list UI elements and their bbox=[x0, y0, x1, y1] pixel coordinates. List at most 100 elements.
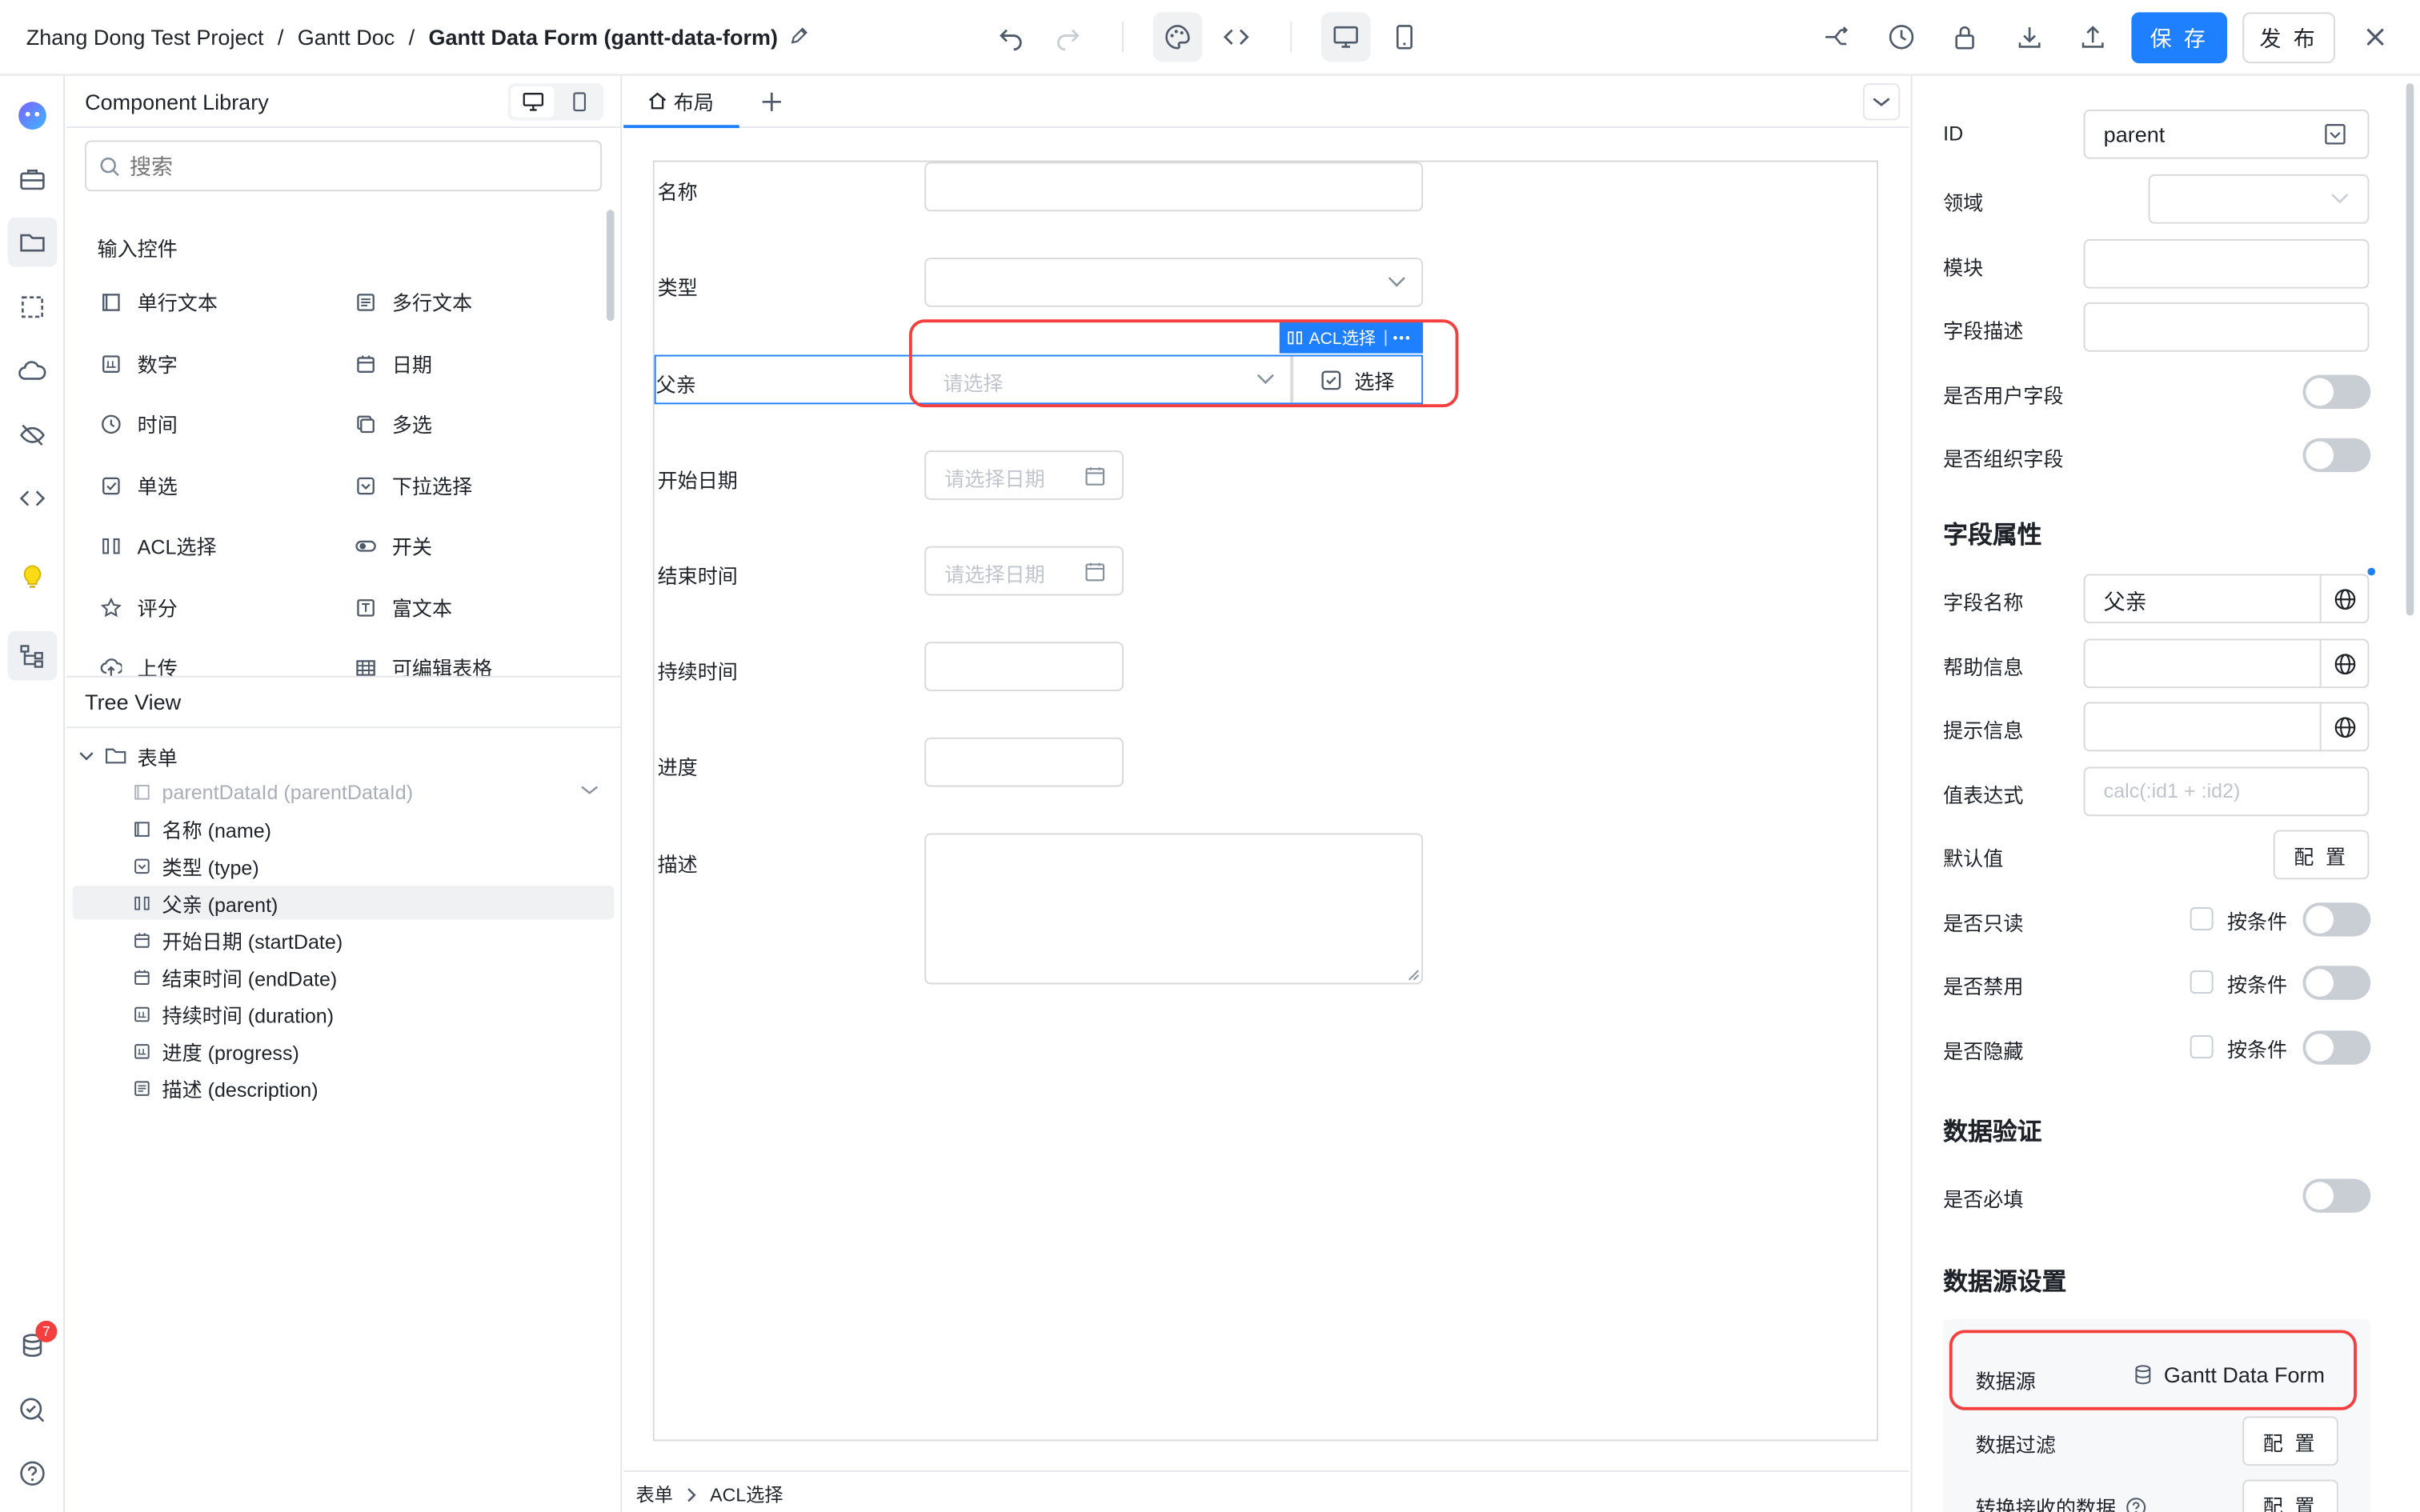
component-item[interactable]: 评分 bbox=[100, 593, 178, 622]
folder-icon[interactable] bbox=[7, 217, 58, 267]
code-icon[interactable] bbox=[1218, 18, 1255, 55]
org-field-toggle[interactable] bbox=[2302, 438, 2371, 473]
component-item[interactable]: 多选 bbox=[355, 409, 432, 438]
history-clock-icon[interactable] bbox=[1883, 18, 1920, 55]
canvas-breadcrumb: 表单 ACL选择 bbox=[636, 1481, 783, 1507]
readonly-toggle[interactable] bbox=[2302, 902, 2371, 937]
download-icon[interactable] bbox=[2011, 18, 2048, 55]
name-input[interactable] bbox=[924, 162, 1424, 212]
save-button[interactable]: 保 存 bbox=[2131, 12, 2227, 64]
tree-node[interactable]: 类型 (type) bbox=[133, 850, 259, 882]
properties-scrollbar[interactable] bbox=[2406, 83, 2414, 616]
transform-config-button[interactable]: 配 置 bbox=[2242, 1479, 2338, 1512]
desktop-toggle-icon[interactable] bbox=[511, 86, 555, 118]
progress-input[interactable] bbox=[924, 737, 1124, 787]
selection-area-icon[interactable] bbox=[14, 289, 50, 326]
component-item[interactable]: 多行文本 bbox=[355, 287, 472, 317]
breadcrumb-project[interactable]: Zhang Dong Test Project bbox=[26, 25, 264, 50]
globe-icon[interactable] bbox=[2319, 638, 2370, 689]
tree-node[interactable]: 持续时间 (duration) bbox=[133, 998, 334, 1030]
chevron-down-icon[interactable] bbox=[1862, 83, 1901, 121]
tab-layout[interactable]: 布局 bbox=[623, 76, 739, 129]
module-input[interactable] bbox=[2083, 238, 2370, 289]
user-field-toggle[interactable] bbox=[2302, 374, 2371, 410]
chevron-down-icon[interactable] bbox=[580, 784, 599, 796]
component-item[interactable]: 开关 bbox=[355, 530, 432, 560]
default-config-button[interactable]: 配 置 bbox=[2273, 830, 2370, 880]
chevron-down-icon[interactable] bbox=[78, 748, 94, 763]
breadcrumb-doc[interactable]: Gantt Doc bbox=[298, 25, 395, 50]
mobile-view-icon[interactable] bbox=[1386, 18, 1423, 55]
tree-node[interactable]: 结束时间 (endDate) bbox=[133, 962, 337, 993]
component-item[interactable]: 下拉选择 bbox=[355, 470, 472, 500]
toolbox-icon[interactable] bbox=[14, 161, 50, 198]
component-item[interactable]: 数字 bbox=[100, 349, 178, 378]
assistant-avatar-icon[interactable] bbox=[14, 98, 50, 134]
tree-node[interactable]: 开始日期 (startDate) bbox=[133, 924, 343, 955]
end-date-picker[interactable]: 请选择日期 bbox=[924, 546, 1124, 596]
tree-node[interactable]: parentDataId (parentDataId) bbox=[133, 776, 413, 807]
hidden-toggle[interactable] bbox=[2302, 1030, 2371, 1065]
resize-handle-icon[interactable] bbox=[1408, 969, 1420, 981]
theme-palette-icon[interactable] bbox=[1152, 12, 1203, 62]
code-icon[interactable] bbox=[14, 480, 50, 517]
publish-button[interactable]: 发 布 bbox=[2242, 12, 2335, 64]
tree-node[interactable]: 描述 (description) bbox=[133, 1072, 319, 1103]
edit-pencil-icon[interactable] bbox=[788, 26, 808, 50]
dropdown-box-icon[interactable] bbox=[2324, 123, 2346, 145]
library-scrollbar[interactable] bbox=[606, 210, 615, 322]
help-circle-icon[interactable] bbox=[2126, 1496, 2147, 1512]
component-item[interactable]: 单选 bbox=[100, 470, 178, 500]
canvas-breadcrumb-current[interactable]: ACL选择 bbox=[710, 1481, 783, 1507]
field-name-input[interactable]: 父亲 bbox=[2083, 574, 2370, 624]
mobile-toggle-icon[interactable] bbox=[557, 86, 600, 118]
cloud-icon[interactable] bbox=[14, 354, 50, 390]
add-tab-icon[interactable] bbox=[756, 86, 787, 118]
component-item[interactable]: 上传 bbox=[100, 653, 178, 682]
globe-icon[interactable] bbox=[2319, 574, 2370, 624]
component-item[interactable]: 日期 bbox=[355, 349, 432, 378]
upload-icon[interactable] bbox=[2074, 18, 2111, 55]
type-select[interactable] bbox=[924, 258, 1424, 307]
component-item[interactable]: 单行文本 bbox=[100, 287, 218, 317]
search-input[interactable] bbox=[130, 153, 563, 178]
disabled-toggle[interactable] bbox=[2302, 966, 2371, 1000]
field-desc-input[interactable] bbox=[2083, 302, 2370, 352]
lock-icon[interactable] bbox=[1946, 18, 1983, 55]
tree-node[interactable]: 名称 (name) bbox=[133, 813, 271, 844]
search-check-icon[interactable] bbox=[14, 1392, 50, 1429]
duration-input[interactable] bbox=[924, 642, 1124, 692]
help-icon[interactable] bbox=[14, 1455, 50, 1492]
lightbulb-icon[interactable] bbox=[14, 558, 50, 595]
tree-node[interactable]: 父亲 (parent) bbox=[133, 887, 278, 918]
component-item[interactable]: 可编辑表格 bbox=[355, 653, 492, 682]
hidden-eye-icon[interactable] bbox=[14, 417, 50, 454]
id-input[interactable]: parent bbox=[2083, 109, 2370, 159]
component-item[interactable]: 时间 bbox=[100, 409, 178, 438]
tree-node[interactable]: 进度 (progress) bbox=[133, 1035, 299, 1066]
canvas-breadcrumb-root[interactable]: 表单 bbox=[636, 1481, 673, 1507]
component-item[interactable]: ACL选择 bbox=[100, 530, 217, 560]
domain-select[interactable] bbox=[2148, 174, 2370, 224]
help-input[interactable] bbox=[2083, 638, 2370, 689]
start-date-picker[interactable]: 请选择日期 bbox=[924, 450, 1124, 500]
undo-icon[interactable] bbox=[992, 18, 1029, 55]
tree-structure-icon[interactable] bbox=[7, 630, 58, 681]
required-toggle[interactable] bbox=[2302, 1178, 2371, 1213]
hidden-condition-checkbox[interactable] bbox=[2190, 1035, 2214, 1059]
hint-input[interactable] bbox=[2083, 702, 2370, 752]
close-icon[interactable] bbox=[2357, 18, 2394, 55]
component-item[interactable]: 富文本 bbox=[355, 593, 452, 622]
readonly-condition-checkbox[interactable] bbox=[2190, 907, 2214, 930]
tree-node-root[interactable]: 表单 bbox=[78, 741, 178, 772]
expression-placeholder: calc(:id1 + :id2) bbox=[2103, 778, 2241, 802]
desktop-view-icon[interactable] bbox=[1320, 12, 1371, 62]
globe-icon[interactable] bbox=[2319, 702, 2370, 752]
filter-config-button[interactable]: 配 置 bbox=[2242, 1416, 2338, 1466]
expression-input[interactable]: calc(:id1 + :id2) bbox=[2083, 766, 2370, 817]
redo-icon[interactable] bbox=[1049, 18, 1086, 55]
clock-icon bbox=[100, 413, 122, 434]
disabled-condition-checkbox[interactable] bbox=[2190, 970, 2214, 994]
merge-icon[interactable] bbox=[1818, 18, 1855, 55]
description-textarea[interactable] bbox=[924, 833, 1424, 985]
